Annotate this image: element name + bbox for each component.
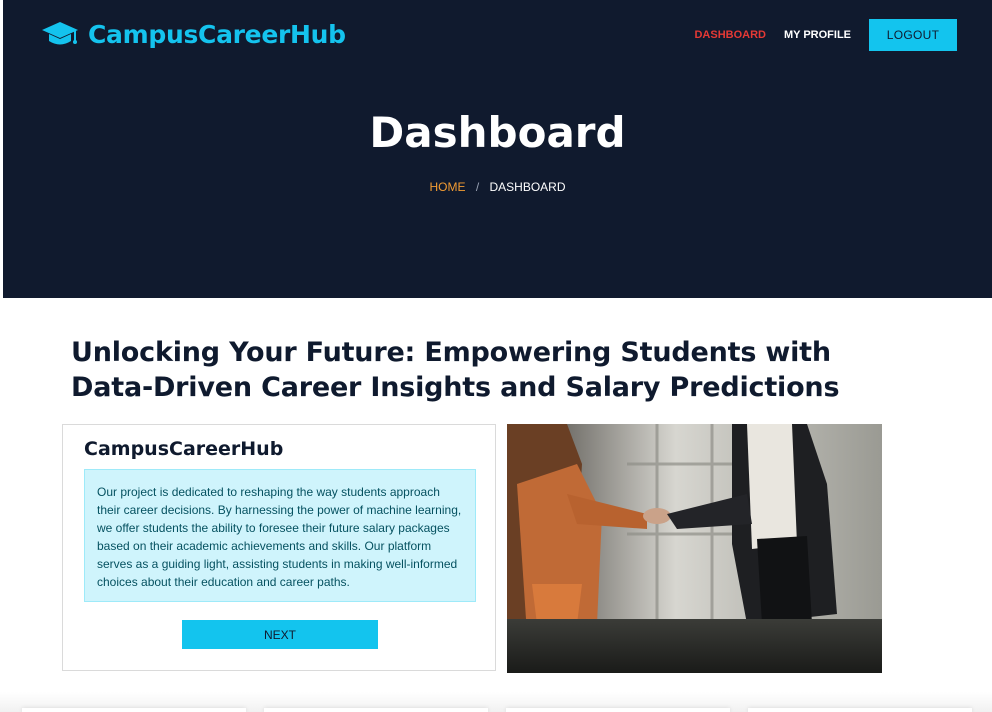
- breadcrumb: HOME / DASHBOARD: [3, 180, 992, 194]
- bottom-card-4: [748, 708, 972, 712]
- page-title: Dashboard: [369, 108, 626, 157]
- graduation-cap-icon: [42, 22, 78, 45]
- hero-banner: CampusCareerHub DASHBOARD MY PROFILE LOG…: [3, 0, 992, 298]
- breadcrumb-current: DASHBOARD: [489, 180, 566, 194]
- bottom-card-3: [506, 708, 730, 712]
- handshake-photo: [507, 424, 882, 673]
- bottom-card-1: [22, 708, 246, 712]
- breadcrumb-separator: /: [475, 180, 480, 194]
- section-headline: Unlocking Your Future: Empowering Studen…: [71, 337, 840, 403]
- nav-my-profile-link[interactable]: MY PROFILE: [784, 29, 851, 41]
- bottom-card-2: [264, 708, 488, 712]
- top-nav: DASHBOARD MY PROFILE LOGOUT: [694, 19, 957, 51]
- breadcrumb-home-link[interactable]: HOME: [429, 180, 465, 194]
- brand-logo[interactable]: CampusCareerHub: [41, 17, 346, 51]
- logout-button[interactable]: LOGOUT: [869, 19, 957, 51]
- next-button[interactable]: NEXT: [182, 620, 378, 649]
- nav-dashboard-link[interactable]: DASHBOARD: [694, 29, 766, 41]
- brand-name: CampusCareerHub: [88, 19, 346, 49]
- card-title: CampusCareerHub: [84, 438, 284, 460]
- info-alert: Our project is dedicated to reshaping th…: [84, 469, 476, 602]
- intro-card: CampusCareerHub Our project is dedicated…: [62, 424, 496, 671]
